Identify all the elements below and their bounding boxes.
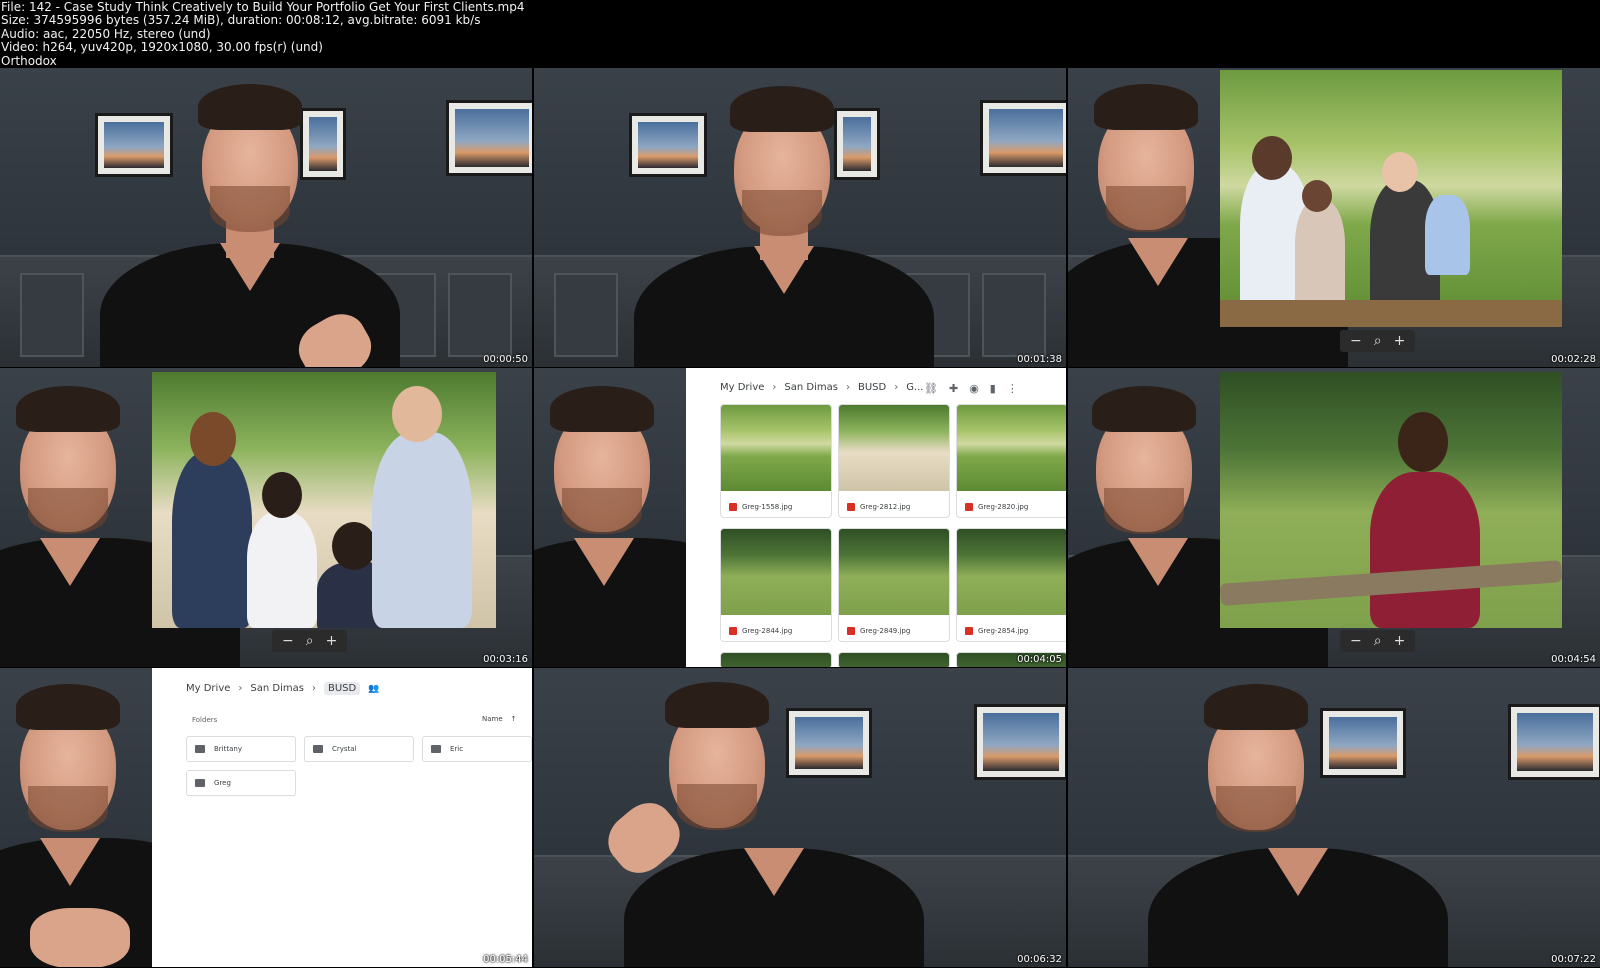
image-file-icon [729,627,737,635]
file-name: Greg-1558.jpg [742,503,793,511]
zoom-in-button[interactable]: + [326,633,338,649]
file-card[interactable]: Greg-2820.jpg [956,404,1066,518]
zoom-icon[interactable]: ⌕ [1374,333,1382,349]
image-file-icon [847,503,855,511]
folder-eric[interactable]: Eric [422,736,532,762]
folder-icon [313,745,323,753]
zoom-out-button[interactable]: − [1350,333,1362,349]
thumbnail-grid: 00:00:50 00:01:38 − ⌕ + 00:02:28 − ⌕ + 0… [0,68,1600,968]
thumbnail-7: My Drive › San Dimas › BUSD 👥 Folders Name… [0,668,532,967]
thumbnail-9: 00:07:22 [1068,668,1600,967]
breadcrumb-my-drive[interactable]: My Drive [720,382,764,393]
folder-label: Greg [214,779,231,787]
zoom-icon[interactable]: ⌕ [1374,633,1382,649]
timestamp-5: 00:04:05 [1017,654,1062,665]
trash-icon[interactable]: ▮ [990,382,996,395]
sort-arrow-icon[interactable]: ↑ [511,715,517,723]
drive-window: My Drive › San Dimas › BUSD 👥 Folders Name… [152,668,532,967]
breadcrumb: My Drive › San Dimas › BUSD › G... [720,382,924,393]
folder-label: Brittany [214,745,242,753]
image-file-icon [965,627,973,635]
breadcrumb-san-dimas[interactable]: San Dimas [784,382,838,393]
thumbnail-4: − ⌕ + 00:03:16 [0,368,532,667]
image-viewer-toolbar: − ⌕ + [272,630,348,652]
file-card[interactable]: Greg-2854.jpg [956,528,1066,642]
file-card[interactable]: Greg-2844.jpg [720,528,832,642]
thumbnail-3: − ⌕ + 00:02:28 [1068,68,1600,367]
folders-section-label: Folders [192,716,218,724]
folder-crystal[interactable]: Crystal [304,736,414,762]
file-name: Greg-2812.jpg [860,503,911,511]
file-name: Greg-2849.jpg [860,627,911,635]
image-file-icon [847,627,855,635]
file-name: Greg-2820.jpg [978,503,1029,511]
file-name: Greg-2854.jpg [978,627,1029,635]
file-size: Size: 374595996 bytes (357.24 MiB), dura… [1,13,481,27]
file-name: Greg-2844.jpg [742,627,793,635]
tag-label: Orthodox [1,54,57,68]
image-viewer-toolbar: − ⌕ + [1340,630,1416,652]
family-photo-preview [1220,70,1562,327]
folder-label: Crystal [332,745,357,753]
file-card[interactable] [838,652,950,667]
thumbnail-8: 00:06:32 [534,668,1066,967]
folder-icon [431,745,441,753]
file-card[interactable]: Greg-1558.jpg [720,404,832,518]
timestamp-3: 00:02:28 [1551,354,1596,365]
video-info: Video: h264, yuv420p, 1920x1080, 30.00 f… [1,40,323,54]
image-file-icon [729,503,737,511]
zoom-in-button[interactable]: + [1394,633,1406,649]
timestamp-2: 00:01:38 [1017,354,1062,365]
timestamp-4: 00:03:16 [483,654,528,665]
audio-info: Audio: aac, 22050 Hz, stereo (und) [1,27,211,41]
image-viewer-toolbar: − ⌕ + [1340,330,1416,352]
breadcrumb-san-dimas[interactable]: San Dimas [250,683,304,694]
link-icon[interactable]: ⛓ [924,382,938,395]
timestamp-9: 00:07:22 [1551,954,1596,965]
timestamp-1: 00:00:50 [483,354,528,365]
breadcrumb: My Drive › San Dimas › BUSD 👥 [186,682,380,695]
family-photo-preview [152,372,496,628]
folder-label: Eric [450,745,464,753]
file-card[interactable]: Greg-2812.jpg [838,404,950,518]
folder-icon [195,779,205,787]
portrait-photo-preview [1220,372,1562,628]
folder-icon [195,745,205,753]
folder-brittany[interactable]: Brittany [186,736,296,762]
zoom-icon[interactable]: ⌕ [306,633,314,649]
more-vert-icon[interactable]: ⋮ [1007,382,1018,395]
breadcrumb-current[interactable]: BUSD [323,682,361,695]
thumbnail-6: − ⌕ + 00:04:54 [1068,368,1600,667]
file-card[interactable] [720,652,832,667]
drive-window: My Drive › San Dimas › BUSD › G... ⛓ ✚ ◉ ▮ … [686,368,1066,667]
timestamp-8: 00:06:32 [1017,954,1062,965]
breadcrumb-current[interactable]: G... [906,382,923,393]
eye-icon[interactable]: ◉ [969,382,979,395]
zoom-out-button[interactable]: − [282,633,294,649]
folder-greg[interactable]: Greg [186,770,296,796]
zoom-out-button[interactable]: − [1350,633,1362,649]
thumbnail-2: 00:01:38 [534,68,1066,367]
thumbnail-1: 00:00:50 [0,68,532,367]
breadcrumb-busd[interactable]: BUSD [858,382,886,393]
file-info-header: File: 142 - Case Study Think Creatively … [0,0,1600,68]
people-icon[interactable]: 👥 [368,684,379,694]
add-person-icon[interactable]: ✚ [949,382,958,395]
image-file-icon [965,503,973,511]
timestamp-7: 00:05:44 [483,954,528,965]
file-name: File: 142 - Case Study Think Creatively … [1,0,525,14]
file-card[interactable]: Greg-2849.jpg [838,528,950,642]
breadcrumb-my-drive[interactable]: My Drive [186,683,230,694]
sort-by-name[interactable]: Name [482,715,503,723]
timestamp-6: 00:04:54 [1551,654,1596,665]
zoom-in-button[interactable]: + [1394,333,1406,349]
thumbnail-5: My Drive › San Dimas › BUSD › G... ⛓ ✚ ◉ ▮ … [534,368,1066,667]
